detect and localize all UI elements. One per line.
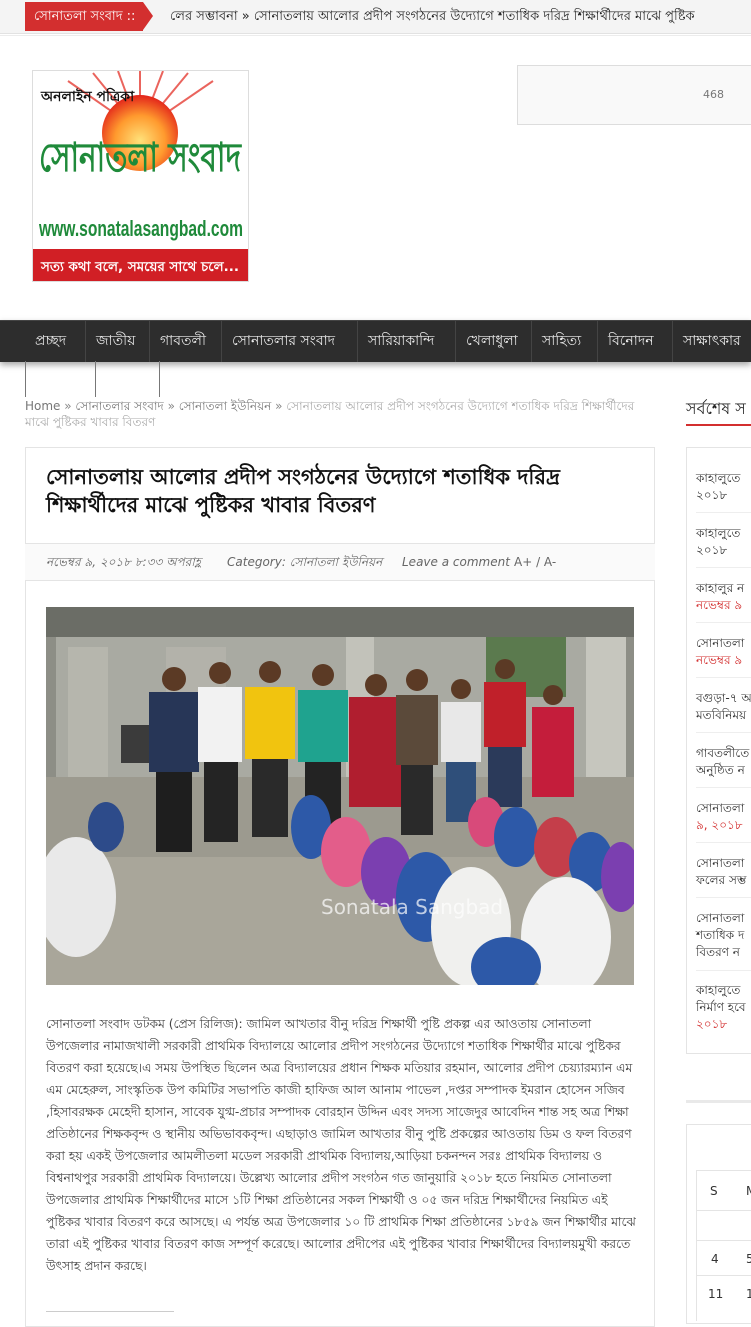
leave-comment-link[interactable]: Leave a comment <box>402 544 510 580</box>
ticker-label: সোনাতলা সংবাদ :: <box>25 2 154 31</box>
sidebar-item[interactable]: সোনাতলা ফলের সম্ভ <box>696 855 746 889</box>
calendar-day[interactable]: 1 <box>746 1287 751 1301</box>
sidebar-item[interactable]: কাহালুতে নির্মাণ হবে ২০১৮ <box>696 982 746 1033</box>
breadcrumb-category-link[interactable]: সোনাতলার সংবাদ <box>75 399 163 413</box>
site-logo[interactable]: অনলাইন পত্রিকা সোনাতলা সংবাদ www.sonatal… <box>32 70 249 282</box>
post-title: সোনাতলায় আলোর প্রদীপ সংগঠনের উদ্যোগে শত… <box>46 465 560 517</box>
logo-name: সোনাতলা সংবাদ <box>39 135 242 181</box>
sidebar-item[interactable]: সোনাতলা নভেম্বর ৯ <box>696 635 744 669</box>
sidebar-item[interactable]: গাবতলীতে অনুষ্ঠিত ন <box>696 745 749 779</box>
logo-tagline: সত্য কথা বলে, সময়ের সাথে চলে... <box>40 260 239 275</box>
nav-item-entertainment[interactable]: বিনোদন <box>598 321 673 362</box>
logo-url: www.sonatalasangbad.com <box>38 216 243 241</box>
post-body: সোনাতলা সংবাদ ডটকম (প্রেস রিলিজ): জামিল … <box>46 1017 636 1273</box>
nav-item-gabtali[interactable]: গাবতলী <box>150 321 222 362</box>
post-date: নভেম্বর ৯, ২০১৮ ৮:৩৩ অপরাহ্ণ <box>46 555 201 569</box>
nav-item-national[interactable]: জাতীয় <box>86 321 150 362</box>
main-navigation: প্রচ্ছদ জাতীয় গাবতলী সোনাতলার সংবাদ সার… <box>0 320 751 362</box>
sidebar-item[interactable]: কাহালুর ন নভেম্বর ৯ <box>696 580 744 614</box>
post-category-link[interactable]: Category: সোনাতলা ইউনিয়ন <box>227 544 382 580</box>
ticker-headline-link[interactable]: লের সম্ভাবনা » সোনাতলায় আলোর প্রদীপ সংগ… <box>170 0 695 33</box>
nav-item-sariakandi[interactable]: সারিয়াকান্দি <box>358 321 456 362</box>
calendar-day-header: M <box>746 1184 751 1198</box>
sidebar-latest-title: সর্বশেষ স <box>686 399 746 418</box>
post-featured-image[interactable]: Sonatala Sangbad <box>46 607 634 985</box>
calendar-day[interactable]: 4 <box>711 1252 719 1266</box>
calendar-day-header: S <box>710 1184 718 1198</box>
calendar-day[interactable]: 5 <box>746 1252 751 1266</box>
post-divider <box>46 1311 174 1312</box>
header-divider <box>0 35 751 36</box>
nav-item-sports[interactable]: খেলাধুলা <box>456 321 532 362</box>
nav-item-interview[interactable]: সাক্ষাৎকার <box>673 321 751 362</box>
sidebar-item[interactable]: সোনাতলা শতাধিক দ বিতরণ ন <box>696 910 744 961</box>
breadcrumb-home-link[interactable]: Home <box>25 399 60 413</box>
ad-banner[interactable]: 468 <box>517 65 751 125</box>
breadcrumb: Home » সোনাতলার সংবাদ » সোনাতলা ইউনিয়ন … <box>25 399 635 429</box>
calendar-top-bar <box>686 1100 751 1103</box>
news-ticker-bar: সোনাতলা সংবাদ :: লের সম্ভাবনা » সোনাতলায… <box>0 0 751 34</box>
post-meta: নভেম্বর ৯, ২০১৮ ৮:৩৩ অপরাহ্ণ Category: স… <box>25 543 655 581</box>
calendar-day[interactable]: 11 <box>708 1287 723 1301</box>
sidebar-title-underline <box>686 424 751 426</box>
sidebar-item[interactable]: সোনাতলা ৯, ২০১৮ <box>696 800 744 834</box>
sidebar-item[interactable]: কাহালুতে ২০১৮ <box>696 470 740 504</box>
sidebar-item[interactable]: কাহালুতে ২০১৮ <box>696 525 740 559</box>
nav-item-home[interactable]: প্রচ্ছদ <box>25 321 86 362</box>
font-size-toggle[interactable]: A+ / A- <box>514 544 556 580</box>
image-watermark: Sonatala Sangbad <box>321 895 503 919</box>
nav-item-sonatala-news[interactable]: সোনাতলার সংবাদ <box>222 321 358 362</box>
breadcrumb-subcategory-link[interactable]: সোনাতলা ইউনিয়ন <box>179 399 272 413</box>
ad-banner-text: 468 <box>703 88 724 101</box>
calendar-grid <box>696 1170 751 1321</box>
nav-item-literature[interactable]: সাহিত্য <box>532 321 598 362</box>
logo-top-text: অনলাইন পত্রিকা <box>40 87 135 105</box>
sidebar-item[interactable]: বগুড়া-৭ অ মতবিনিময় <box>696 690 751 724</box>
